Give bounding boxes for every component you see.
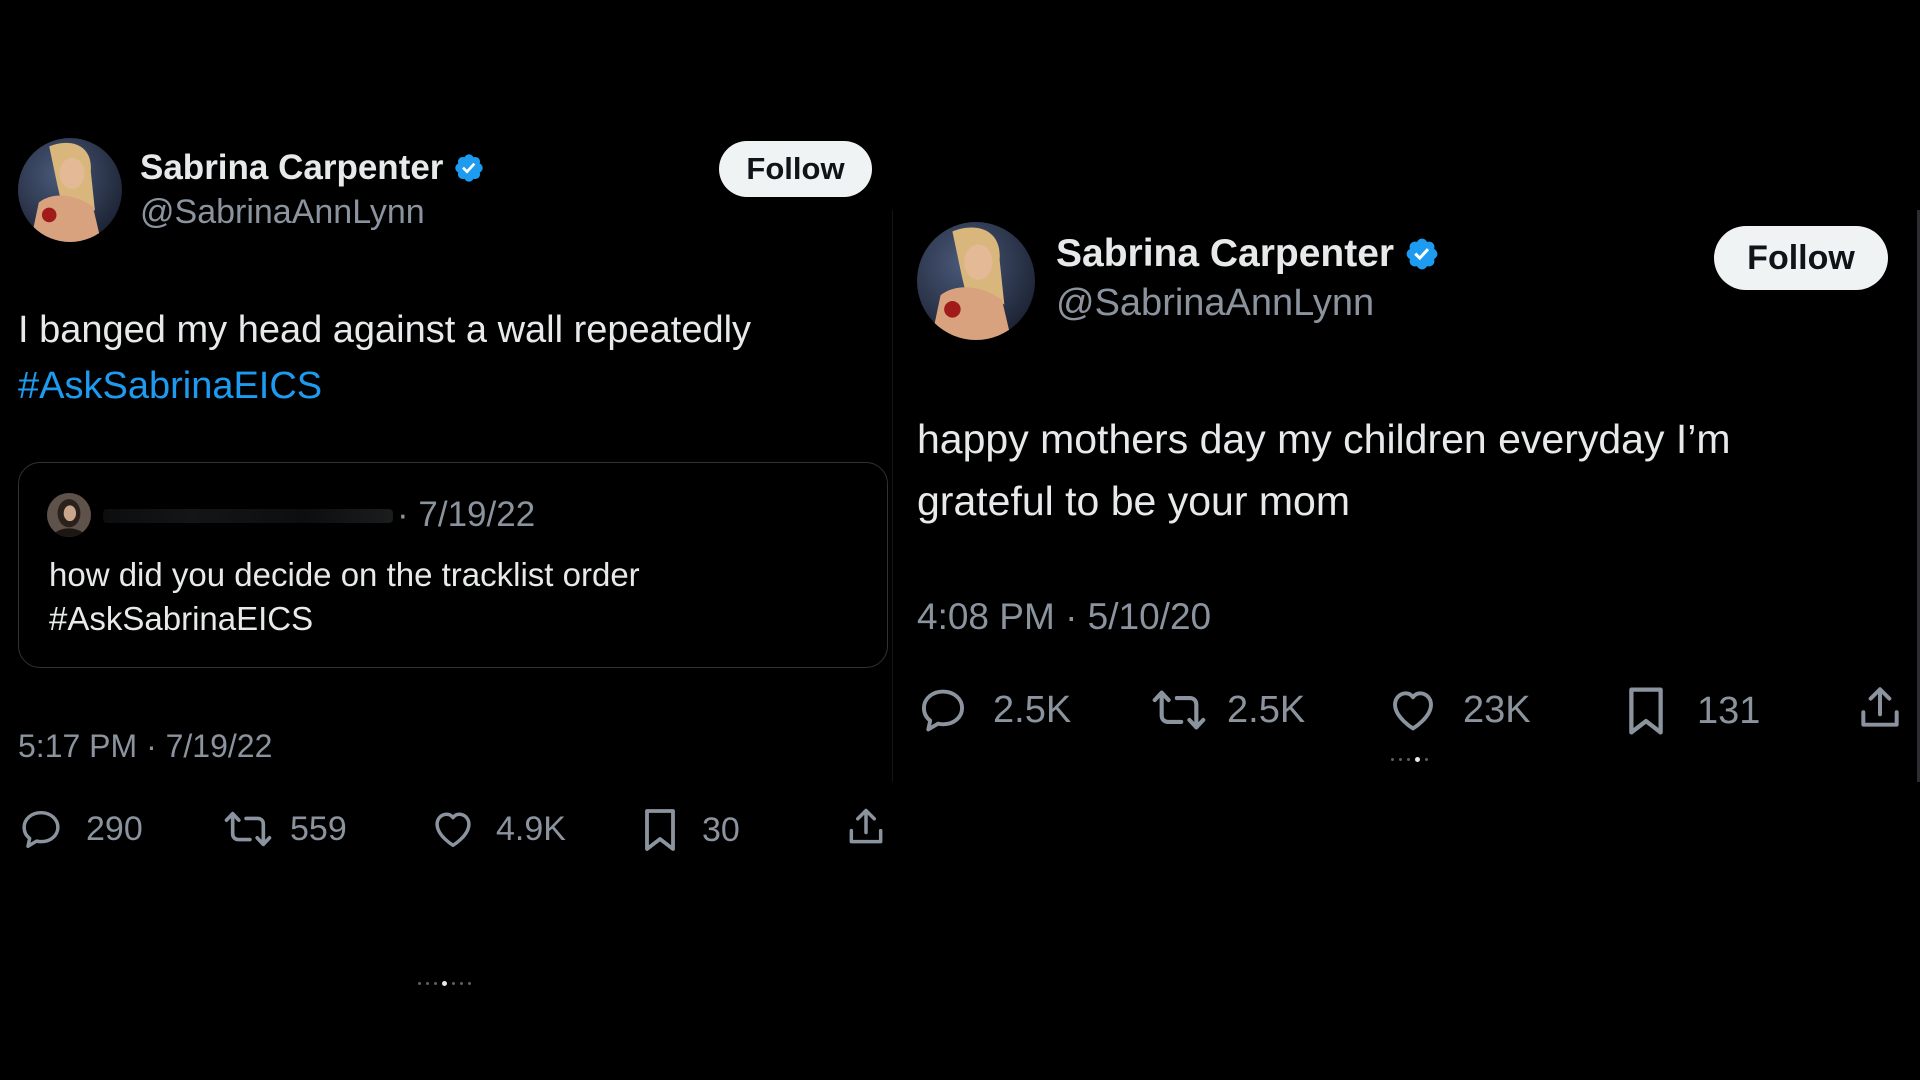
share-action[interactable] xyxy=(844,804,888,850)
reply-action[interactable]: 2.5K xyxy=(917,684,1071,736)
like-count: 4.9K xyxy=(496,809,566,848)
tweet-text: I banged my head against a wall repeated… xyxy=(18,302,751,414)
retweet-icon xyxy=(222,806,274,852)
bookmark-count: 30 xyxy=(702,810,740,849)
like-count: 23K xyxy=(1463,688,1531,731)
author-avatar[interactable] xyxy=(917,222,1035,340)
share-action[interactable] xyxy=(1855,682,1905,734)
author-handle[interactable]: @SabrinaAnnLynn xyxy=(140,193,425,232)
tweet-text: happy mothers day my children everyday I… xyxy=(917,408,1731,532)
bookmark-icon xyxy=(1623,684,1669,738)
retweet-icon xyxy=(1149,684,1209,736)
author-name[interactable]: Sabrina Carpenter xyxy=(140,148,443,188)
tweet-text-line: grateful to be your mom xyxy=(917,478,1350,524)
reply-icon xyxy=(18,806,64,852)
share-icon xyxy=(844,804,888,850)
redacted-author-name xyxy=(103,509,393,523)
tweet-card-right: Sabrina Carpenter @SabrinaAnnLynn Follow… xyxy=(892,210,1920,782)
tweet-text-line: I banged my head against a wall repeated… xyxy=(18,309,752,351)
follow-button[interactable]: Follow xyxy=(719,141,872,197)
author-handle[interactable]: @SabrinaAnnLynn xyxy=(1056,282,1374,325)
retweet-action[interactable]: 2.5K xyxy=(1149,684,1305,736)
tweet-timestamp[interactable]: 4:08 PM · 5/10/20 xyxy=(917,596,1211,638)
reply-count: 290 xyxy=(86,809,143,848)
quoted-hashtag: #AskSabrinaEICS xyxy=(49,600,314,637)
like-icon xyxy=(430,806,476,852)
bookmark-action[interactable]: 30 xyxy=(640,806,740,854)
carousel-dots xyxy=(1391,757,1428,762)
quoted-tweet-date: · 7/19/22 xyxy=(397,495,536,534)
tweet-timestamp[interactable]: 5:17 PM · 7/19/22 xyxy=(18,728,272,765)
quoted-tweet[interactable]: · 7/19/22 how did you decide on the trac… xyxy=(18,462,888,668)
verified-badge-icon xyxy=(1404,236,1440,272)
reply-action[interactable]: 290 xyxy=(18,806,143,852)
retweet-count: 2.5K xyxy=(1227,688,1306,731)
retweet-action[interactable]: 559 xyxy=(222,806,347,852)
reply-icon xyxy=(917,684,969,736)
author-name-row[interactable]: Sabrina Carpenter xyxy=(140,148,485,188)
like-action[interactable]: 4.9K xyxy=(430,806,566,852)
tweet-card-left: Sabrina Carpenter @SabrinaAnnLynn Follow… xyxy=(0,128,892,986)
quoted-author-avatar xyxy=(47,493,91,537)
reply-count: 2.5K xyxy=(993,688,1072,731)
share-icon xyxy=(1855,682,1905,734)
verified-badge-icon xyxy=(453,152,485,184)
quoted-text-line: how did you decide on the tracklist orde… xyxy=(49,556,640,593)
author-name[interactable]: Sabrina Carpenter xyxy=(1056,232,1394,276)
tweet-text-line: happy mothers day my children everyday I… xyxy=(917,416,1731,462)
bookmark-action[interactable]: 131 xyxy=(1623,684,1760,738)
retweet-count: 559 xyxy=(290,809,347,848)
author-avatar[interactable] xyxy=(18,138,122,242)
follow-button[interactable]: Follow xyxy=(1714,226,1888,290)
quoted-tweet-text: how did you decide on the tracklist orde… xyxy=(49,553,640,641)
like-icon xyxy=(1387,684,1439,736)
bookmark-count: 131 xyxy=(1697,689,1761,732)
like-action[interactable]: 23K xyxy=(1387,684,1531,736)
bookmark-icon xyxy=(640,806,680,854)
carousel-dots xyxy=(418,981,471,986)
author-name-row[interactable]: Sabrina Carpenter xyxy=(1056,232,1440,276)
hashtag-link[interactable]: #AskSabrinaEICS xyxy=(18,358,751,414)
